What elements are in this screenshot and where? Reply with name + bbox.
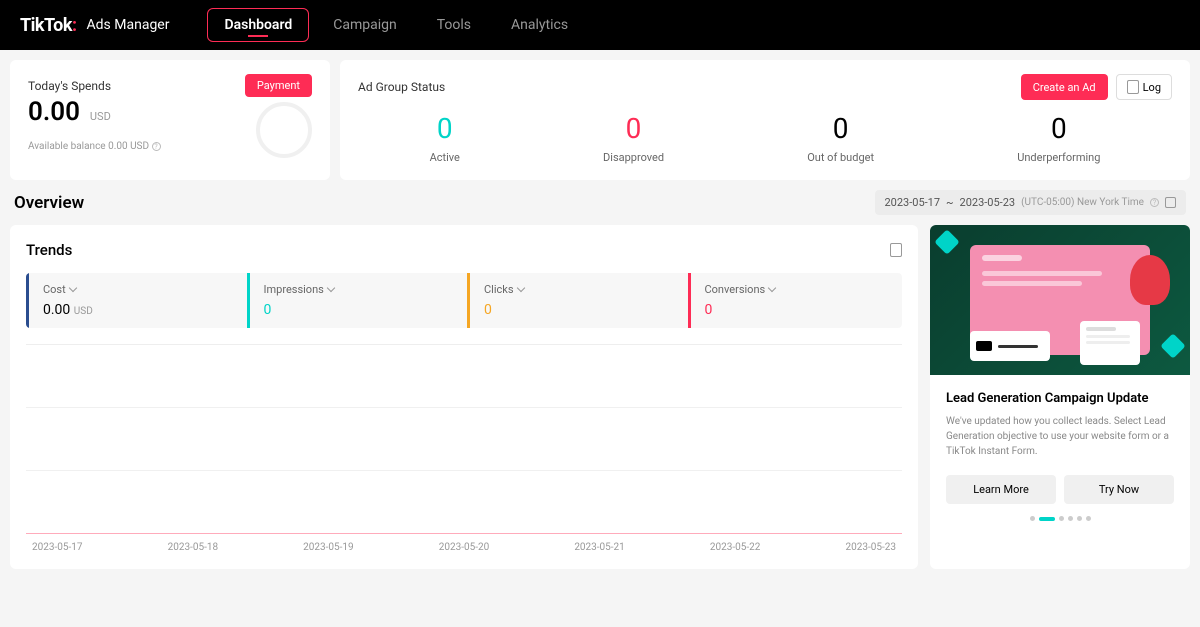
status-item[interactable]: 0 Out of budget (807, 112, 874, 164)
metric-label: Clicks (484, 283, 668, 296)
trends-title: Trends (26, 241, 72, 259)
metric-value: 0.00 USD (43, 302, 227, 318)
status-label: Active (430, 151, 460, 164)
metric-value: 0 (705, 302, 889, 318)
nav-dashboard[interactable]: Dashboard (207, 8, 309, 42)
status-label: Underperforming (1017, 151, 1100, 164)
x-tick: 2023-05-23 (845, 542, 896, 553)
status-value: 0 (1017, 112, 1100, 145)
log-button[interactable]: Log (1116, 74, 1172, 100)
status-value: 0 (430, 112, 460, 145)
spends-card: Today's Spends Payment 0.00 USD Availabl… (10, 60, 330, 180)
help-icon[interactable]: ? (152, 142, 161, 151)
nav-analytics[interactable]: Analytics (495, 9, 584, 41)
chevron-down-icon (516, 284, 524, 292)
x-tick: 2023-05-21 (574, 542, 625, 553)
promo-pagination[interactable] (930, 516, 1190, 531)
create-ad-button[interactable]: Create an Ad (1021, 74, 1108, 100)
trends-chart (26, 344, 902, 534)
status-label: Disapproved (603, 151, 664, 164)
nav-campaign[interactable]: Campaign (317, 9, 412, 41)
brand-logo: TikTok: (20, 15, 77, 36)
log-icon (1127, 80, 1139, 94)
chevron-down-icon (68, 284, 76, 292)
calendar-icon (1165, 197, 1176, 208)
status-value: 0 (603, 112, 664, 145)
ad-group-title: Ad Group Status (358, 80, 445, 94)
status-label: Out of budget (807, 151, 874, 164)
promo-illustration (930, 225, 1190, 375)
x-tick: 2023-05-17 (32, 542, 83, 553)
promo-title: Lead Generation Campaign Update (946, 391, 1174, 406)
metric-value: 0 (484, 302, 668, 318)
status-value: 0 (807, 112, 874, 145)
status-item[interactable]: 0 Underperforming (1017, 112, 1100, 164)
spend-currency: USD (90, 110, 111, 123)
chevron-down-icon (327, 284, 335, 292)
spends-title: Today's Spends (28, 79, 111, 93)
ad-group-status-card: Ad Group Status Create an Ad Log 0 Active… (340, 60, 1190, 180)
x-tick: 2023-05-19 (303, 542, 354, 553)
promo-text: We've updated how you collect leads. Sel… (946, 414, 1174, 459)
brand-subtitle: Ads Manager (87, 17, 170, 33)
x-tick: 2023-05-22 (710, 542, 761, 553)
payment-button[interactable]: Payment (245, 74, 312, 97)
help-icon: ? (1150, 198, 1159, 207)
trends-card: Trends Cost 0.00 USDImpressions 0Clicks … (10, 225, 918, 569)
top-nav: TikTok: Ads Manager Dashboard Campaign T… (0, 0, 1200, 50)
metric-cost[interactable]: Cost 0.00 USD (26, 273, 241, 328)
learn-more-button[interactable]: Learn More (946, 475, 1056, 504)
metric-value: 0 (264, 302, 448, 318)
metric-label: Cost (43, 283, 227, 296)
x-tick: 2023-05-18 (168, 542, 219, 553)
metric-clicks[interactable]: Clicks 0 (467, 273, 682, 328)
spend-amount: 0.00 (28, 97, 80, 127)
status-item[interactable]: 0 Disapproved (603, 112, 664, 164)
metric-conv[interactable]: Conversions 0 (688, 273, 903, 328)
metric-impr[interactable]: Impressions 0 (247, 273, 462, 328)
chevron-down-icon (768, 284, 776, 292)
export-icon[interactable] (890, 243, 902, 257)
status-item[interactable]: 0 Active (430, 112, 460, 164)
metric-label: Impressions (264, 283, 448, 296)
try-now-button[interactable]: Try Now (1064, 475, 1174, 504)
overview-title: Overview (14, 193, 84, 213)
metric-label: Conversions (705, 283, 889, 296)
nav-tools[interactable]: Tools (421, 9, 487, 41)
promo-card: Lead Generation Campaign Update We've up… (930, 225, 1190, 569)
x-tick: 2023-05-20 (439, 542, 490, 553)
date-range-picker[interactable]: 2023-05-17 ~ 2023-05-23 (UTC-05:00) New … (875, 190, 1187, 215)
spend-donut-chart (256, 102, 312, 158)
